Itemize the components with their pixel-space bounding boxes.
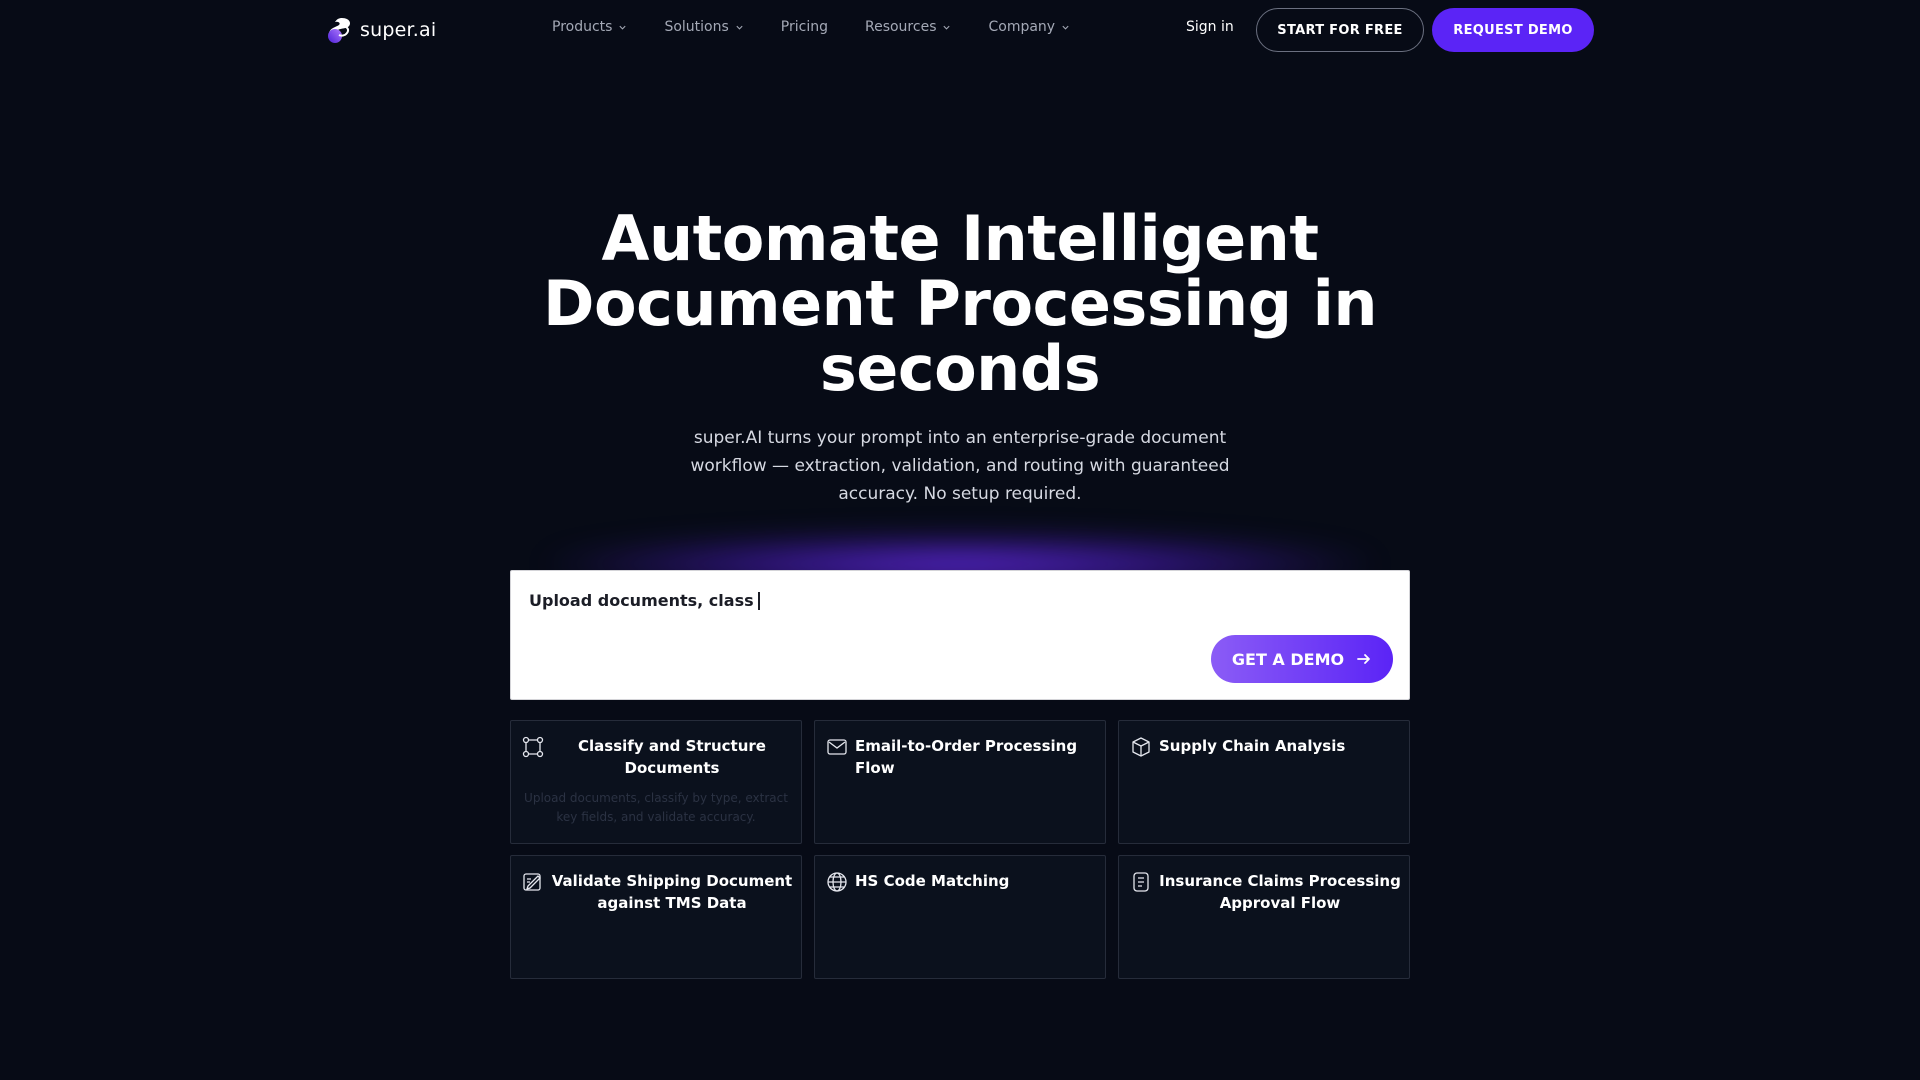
card-title: Classify and Structure Documents [578,737,766,777]
chevron-down-icon [943,25,951,30]
template-card-email-order[interactable]: Email-to-Order Processing Flow [814,720,1106,844]
globe-icon [826,871,848,893]
clipboard-icon [1130,871,1152,893]
text-caret [757,591,760,610]
chevron-down-icon [619,25,627,30]
menu-label: Solutions [664,19,729,35]
template-card-hs-code[interactable]: HS Code Matching [814,855,1106,979]
hero-title: Automate Intelligent Document Processing… [543,202,1377,405]
chevron-down-icon [1062,25,1069,30]
menu-label: Company [988,19,1056,35]
arrow-right-icon [1357,654,1371,664]
sign-in-link[interactable]: Sign in [1186,19,1234,35]
menu-item-pricing[interactable]: Pricing [781,19,828,35]
get-demo-button[interactable]: GET A DEMO [1211,635,1393,683]
menu-item-resources[interactable]: Resources [865,19,952,35]
prompt-input[interactable]: Upload documents, class [529,591,760,610]
menu-label: Pricing [780,19,828,35]
chevron-down-icon [736,25,743,30]
get-demo-label: GET A DEMO [1231,649,1345,669]
mail-icon [826,736,848,758]
main-menu: Products Solutions Pricing Resources Com… [552,19,1070,35]
card-title: Insurance Claims Processing Approval Flo… [1159,872,1401,912]
prompt-typed-text: Upload documents, class [529,591,754,610]
doc-edit-icon [522,871,544,893]
logo-text: super.ai [360,19,437,41]
card-title: Supply Chain Analysis [1159,737,1346,755]
menu-item-company[interactable]: Company [988,19,1070,35]
start-free-button[interactable]: START FOR FREE [1256,8,1424,52]
menu-label: Resources [864,19,937,35]
card-description: Upload documents, classify by type, extr… [524,791,788,824]
template-cards: Classify and Structure Documents Upload … [510,720,1410,979]
card-title: Validate Shipping Document against TMS D… [551,872,793,912]
template-card-shipping-validate[interactable]: Validate Shipping Document against TMS D… [510,855,802,979]
logo-icon [328,18,350,43]
request-demo-button[interactable]: REQUEST DEMO [1432,8,1594,52]
template-card-supply-chain[interactable]: Supply Chain Analysis [1118,720,1410,844]
card-title: HS Code Matching [855,872,1010,890]
template-card-insurance-claims[interactable]: Insurance Claims Processing Approval Flo… [1118,855,1410,979]
hero-subtitle: super.AI turns your prompt into an enter… [690,428,1230,504]
card-title: Email-to-Order Processing Flow [855,737,1078,777]
menu-item-products[interactable]: Products [552,19,627,35]
nodes-icon [522,736,544,758]
menu-item-solutions[interactable]: Solutions [664,19,743,35]
top-nav: super.ai Products Solutions Pricing Reso… [0,0,1920,60]
template-card-classify[interactable]: Classify and Structure Documents Upload … [510,720,802,844]
logo[interactable]: super.ai [326,14,436,46]
box-icon [1130,736,1152,758]
prompt-input-box[interactable]: Upload documents, class GET A DEMO [510,570,1410,700]
menu-label: Products [552,19,613,35]
